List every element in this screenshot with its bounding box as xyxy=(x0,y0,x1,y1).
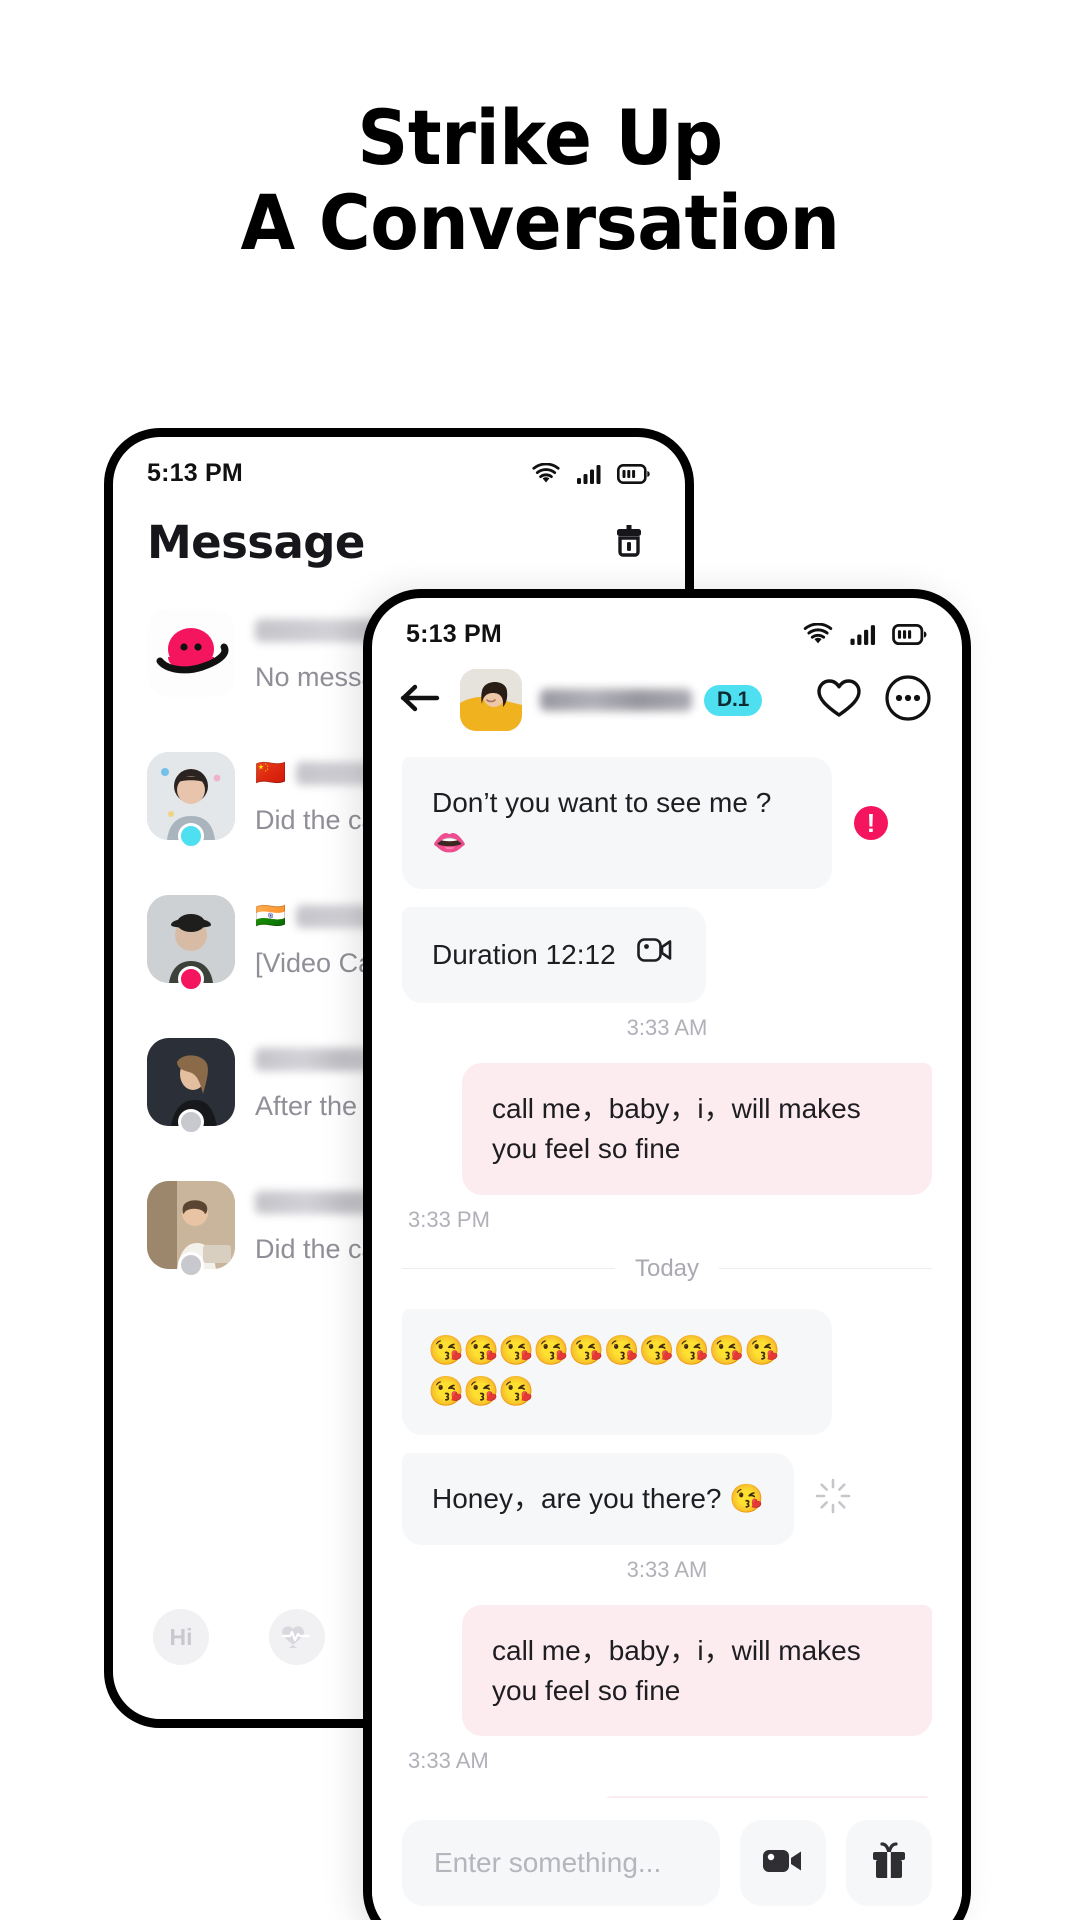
status-bar-front: 5:13 PM xyxy=(372,598,962,655)
message-thread[interactable]: Don’t you want to see me ? 👄 ! Duration … xyxy=(372,749,962,1834)
avatar-wrap xyxy=(147,1181,235,1278)
message-timestamp: 3:33 PM xyxy=(408,1206,490,1232)
gift-button[interactable] xyxy=(846,1820,932,1906)
contact-name xyxy=(255,1047,373,1071)
message-timestamp: 3:33 AM xyxy=(626,1556,708,1582)
status-dot xyxy=(178,1252,204,1278)
back-arrow-icon[interactable] xyxy=(400,682,442,719)
page-title: Strike Up A Conversation xyxy=(38,95,1042,265)
battery-icon xyxy=(617,463,651,484)
status-bar-back: 5:13 PM xyxy=(113,437,685,494)
message-bubble-emoji[interactable]: 😘😘😘😘😘😘😘😘😘😘😘😘😘 xyxy=(402,1308,832,1436)
warning-exclamation-icon[interactable]: ! xyxy=(854,805,888,840)
message-input[interactable]: Enter something... xyxy=(402,1820,720,1906)
message-row: call me，baby，i，will makes you feel so fi… xyxy=(402,1604,932,1737)
contact-name-wrap: D.1 xyxy=(540,684,798,716)
message-timestamp: 3:33 AM xyxy=(626,1015,708,1041)
message-bubble-call-duration[interactable]: Duration 12:12 xyxy=(402,906,706,1004)
message-row: Honey，are you there? 😘 xyxy=(402,1453,932,1545)
more-dots-icon[interactable] xyxy=(884,674,932,727)
gift-icon xyxy=(868,1840,910,1887)
wifi-icon xyxy=(531,462,561,485)
avatar-wrap xyxy=(147,609,235,697)
avatar-wrap xyxy=(147,1038,235,1135)
message-list-header: Message xyxy=(113,494,685,579)
video-camera-icon xyxy=(760,1843,806,1884)
message-row: Don’t you want to see me ? 👄 ! xyxy=(402,757,932,889)
status-dot xyxy=(178,1109,204,1135)
message-input-bar: Enter something... xyxy=(372,1798,962,1920)
message-row: call me，baby，i，will makes you feel so fi… xyxy=(402,1063,932,1195)
contact-name xyxy=(540,689,692,711)
status-dot xyxy=(178,966,204,992)
day-separator: Today xyxy=(402,1254,933,1283)
video-call-button[interactable] xyxy=(740,1820,826,1906)
message-bubble-incoming[interactable]: Honey，are you there? 😘 xyxy=(402,1453,795,1545)
heartbeat-icon[interactable] xyxy=(269,1609,325,1665)
avatar-wrap xyxy=(147,752,235,849)
message-timestamp: 3:33 AM xyxy=(408,1748,489,1774)
status-badge: D.1 xyxy=(704,684,763,716)
signal-icon xyxy=(849,623,877,646)
message-bubble-outgoing[interactable]: call me，baby，i，will makes you feel so fi… xyxy=(462,1604,932,1737)
broom-clean-icon[interactable] xyxy=(607,518,651,567)
day-label: Today xyxy=(634,1254,700,1282)
country-flag-icon: 🇨🇳 xyxy=(255,758,287,787)
list-footer: Hi xyxy=(113,1581,365,1693)
message-row: Duration 12:12 xyxy=(402,906,932,1004)
message-bubble-incoming[interactable]: Don’t you want to see me ? 👄 xyxy=(402,757,832,889)
loading-spinner-icon xyxy=(814,1477,852,1520)
status-icons xyxy=(531,462,651,485)
conversation-header: D.1 xyxy=(372,655,962,749)
avatar xyxy=(147,609,235,697)
conversation-actions xyxy=(816,674,932,727)
status-time: 5:13 PM xyxy=(406,620,502,648)
quick-hi-button[interactable]: Hi xyxy=(153,1609,209,1665)
page-title-line-1: Strike Up xyxy=(357,93,723,182)
status-icons xyxy=(802,623,928,646)
message-title: Message xyxy=(147,516,365,569)
divider-line xyxy=(719,1268,933,1270)
heart-outline-icon[interactable] xyxy=(816,677,862,724)
status-time: 5:13 PM xyxy=(147,459,243,487)
avatar[interactable] xyxy=(460,669,522,731)
message-bubble-outgoing[interactable]: call me，baby，i，will makes you feel so fi… xyxy=(462,1063,932,1195)
poster-canvas: Strike Up A Conversation 5:13 PM Message xyxy=(0,0,1080,1920)
page-title-line-2: A Conversation xyxy=(240,178,840,268)
phone-conversation: 5:13 PM D.1 Don’t you want to see me ? 👄… xyxy=(363,589,971,1920)
divider-line xyxy=(402,1268,615,1270)
video-camera-icon xyxy=(636,933,676,978)
avatar-wrap xyxy=(147,895,235,992)
message-row: 😘😘😘😘😘😘😘😘😘😘😘😘😘 xyxy=(402,1308,932,1436)
duration-label: Duration 12:12 xyxy=(432,939,616,970)
country-flag-icon: 🇮🇳 xyxy=(255,901,287,930)
status-dot xyxy=(178,823,204,849)
signal-icon xyxy=(576,463,602,485)
wifi-icon xyxy=(802,623,834,646)
battery-icon xyxy=(892,624,928,645)
